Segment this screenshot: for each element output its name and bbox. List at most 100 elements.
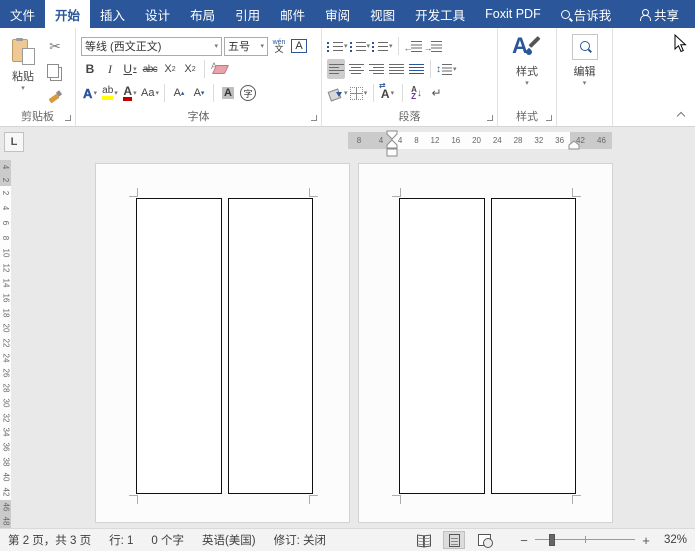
language-status[interactable]: 英语(美国) <box>202 532 256 548</box>
margin-mark-icon <box>572 495 581 504</box>
ruler-number: 30 <box>2 398 10 407</box>
collapse-ribbon-button[interactable] <box>678 111 685 118</box>
vertical-ruler[interactable]: 42 2468101214161820222426283032343638404… <box>0 160 11 528</box>
word-count-status[interactable]: 0 个字 <box>151 532 184 548</box>
change-case-button[interactable]: Aa▾ <box>141 83 159 103</box>
tab-developer[interactable]: 开发工具 <box>405 0 475 28</box>
chevron-down-icon: ▾ <box>525 79 529 87</box>
zoom-slider-thumb[interactable] <box>549 534 555 546</box>
tab-home[interactable]: 开始 <box>45 0 90 28</box>
ruler-number: 2 <box>1 191 9 195</box>
paragraph-dialog-launcher[interactable] <box>487 115 493 121</box>
bold-button[interactable]: B <box>81 59 99 79</box>
tab-layout[interactable]: 布局 <box>180 0 225 28</box>
tell-me-box[interactable]: 告诉我 <box>551 0 622 28</box>
text-box-column[interactable] <box>228 198 313 494</box>
character-border-button[interactable]: A <box>290 36 308 56</box>
line-number-status[interactable]: 行: 1 <box>109 532 133 548</box>
ruler-number: 12 <box>431 136 440 145</box>
shading-button[interactable]: ▾ <box>327 83 348 103</box>
underline-button[interactable]: U▾ <box>121 59 139 79</box>
zoom-slider[interactable] <box>535 533 635 547</box>
editing-button[interactable]: 编辑 ▾ <box>562 28 608 87</box>
font-size-combo[interactable]: 五号 ▾ <box>224 37 268 56</box>
distribute-button[interactable] <box>407 59 425 79</box>
subscript-button[interactable]: X2 <box>161 59 179 79</box>
print-layout-button[interactable] <box>443 531 465 549</box>
text-box-column[interactable] <box>136 198 222 494</box>
enclose-characters-button[interactable]: 字 <box>239 83 257 103</box>
pinyin-guide-button[interactable]: wén 文 <box>270 36 288 56</box>
text-box-column[interactable] <box>491 198 576 494</box>
tab-insert[interactable]: 插入 <box>90 0 135 28</box>
zoom-in-button[interactable]: + <box>641 533 651 548</box>
web-layout-button[interactable] <box>473 531 495 549</box>
cut-button[interactable]: ✂ <box>46 36 64 56</box>
character-shading-button[interactable]: A <box>219 83 237 103</box>
track-changes-status[interactable]: 修订: 关闭 <box>274 532 326 548</box>
page-number-status[interactable]: 第 2 页，共 3 页 <box>8 532 91 548</box>
updown-arrow-icon: ↕ <box>436 64 441 75</box>
tab-view[interactable]: 视图 <box>360 0 405 28</box>
grow-font-button[interactable]: A <box>170 83 188 103</box>
tab-references[interactable]: 引用 <box>225 0 270 28</box>
tab-file[interactable]: 文件 <box>0 0 45 28</box>
tab-mailings[interactable]: 邮件 <box>270 0 315 28</box>
ruler-number: 4 <box>1 164 9 168</box>
enclose-characters-icon: 字 <box>240 85 256 101</box>
paste-button[interactable]: 粘贴 ▾ <box>2 32 44 92</box>
tab-review[interactable]: 审阅 <box>315 0 360 28</box>
show-hide-marks-button[interactable]: ↵ <box>428 83 446 103</box>
ribbon-tab-bar: 文件 开始 插入 设计 布局 引用 邮件 审阅 视图 开发工具 Foxit PD… <box>0 0 695 28</box>
tab-foxit-pdf[interactable]: Foxit PDF <box>475 0 551 28</box>
shrink-font-button[interactable]: A <box>190 83 208 103</box>
character-border-icon: A <box>291 39 306 53</box>
asian-layout-button[interactable]: A▾ <box>379 83 397 103</box>
clipboard-dialog-launcher[interactable] <box>65 115 71 121</box>
styles-group: A 样式 ▾ 样式 <box>498 28 557 126</box>
highlight-color-button[interactable]: ab▾ <box>101 83 119 103</box>
indent-markers[interactable] <box>386 130 398 160</box>
ruler-number: 18 <box>2 309 10 318</box>
align-center-button[interactable] <box>347 59 365 79</box>
multilevel-list-button[interactable]: ▾ <box>372 36 393 56</box>
tab-design[interactable]: 设计 <box>135 0 180 28</box>
chevron-down-icon: ▾ <box>133 65 137 73</box>
share-button[interactable]: 共享 <box>630 0 689 28</box>
strikethrough-button[interactable]: abc <box>141 59 159 79</box>
tab-stop-selector[interactable]: L <box>4 132 24 152</box>
styles-dialog-launcher[interactable] <box>546 115 552 121</box>
font-dialog-launcher[interactable] <box>311 115 317 121</box>
copy-button[interactable] <box>46 61 64 81</box>
sort-button[interactable]: AZ ↓ <box>408 83 426 103</box>
margin-mark-icon <box>309 495 318 504</box>
font-name-combo[interactable]: 等线 (西文正文) ▾ <box>81 37 222 56</box>
align-right-button[interactable] <box>367 59 385 79</box>
right-indent-marker[interactable] <box>568 140 580 150</box>
superscript-button[interactable]: X2 <box>181 59 199 79</box>
clear-formatting-button[interactable] <box>210 59 228 79</box>
justify-button[interactable] <box>387 59 405 79</box>
zoom-percentage[interactable]: 32% <box>657 534 687 546</box>
format-painter-button[interactable] <box>46 86 64 106</box>
page-3[interactable] <box>358 163 613 523</box>
bullets-button[interactable]: ▾ <box>327 36 348 56</box>
page-2[interactable] <box>95 163 350 523</box>
ruler-number: 20 <box>472 136 481 145</box>
text-box-column[interactable] <box>399 198 485 494</box>
styles-button[interactable]: A 样式 ▾ <box>504 28 550 87</box>
increase-indent-button[interactable] <box>424 36 442 56</box>
font-color-button[interactable]: A▾ <box>121 83 139 103</box>
italic-button[interactable]: I <box>101 59 119 79</box>
ruler-number: 8 <box>357 136 361 145</box>
superscript-number: 2 <box>192 66 196 73</box>
zoom-out-button[interactable]: − <box>519 533 529 548</box>
line-spacing-button[interactable]: ↕▾ <box>436 59 457 79</box>
borders-button[interactable]: ▾ <box>350 83 368 103</box>
align-left-button[interactable] <box>327 59 345 79</box>
read-mode-button[interactable] <box>413 531 435 549</box>
text-effects-button[interactable]: A▾ <box>81 83 99 103</box>
numbering-button[interactable]: ▾ <box>350 36 371 56</box>
decrease-indent-button[interactable] <box>404 36 422 56</box>
zoom-control: − + 32% <box>519 533 687 548</box>
